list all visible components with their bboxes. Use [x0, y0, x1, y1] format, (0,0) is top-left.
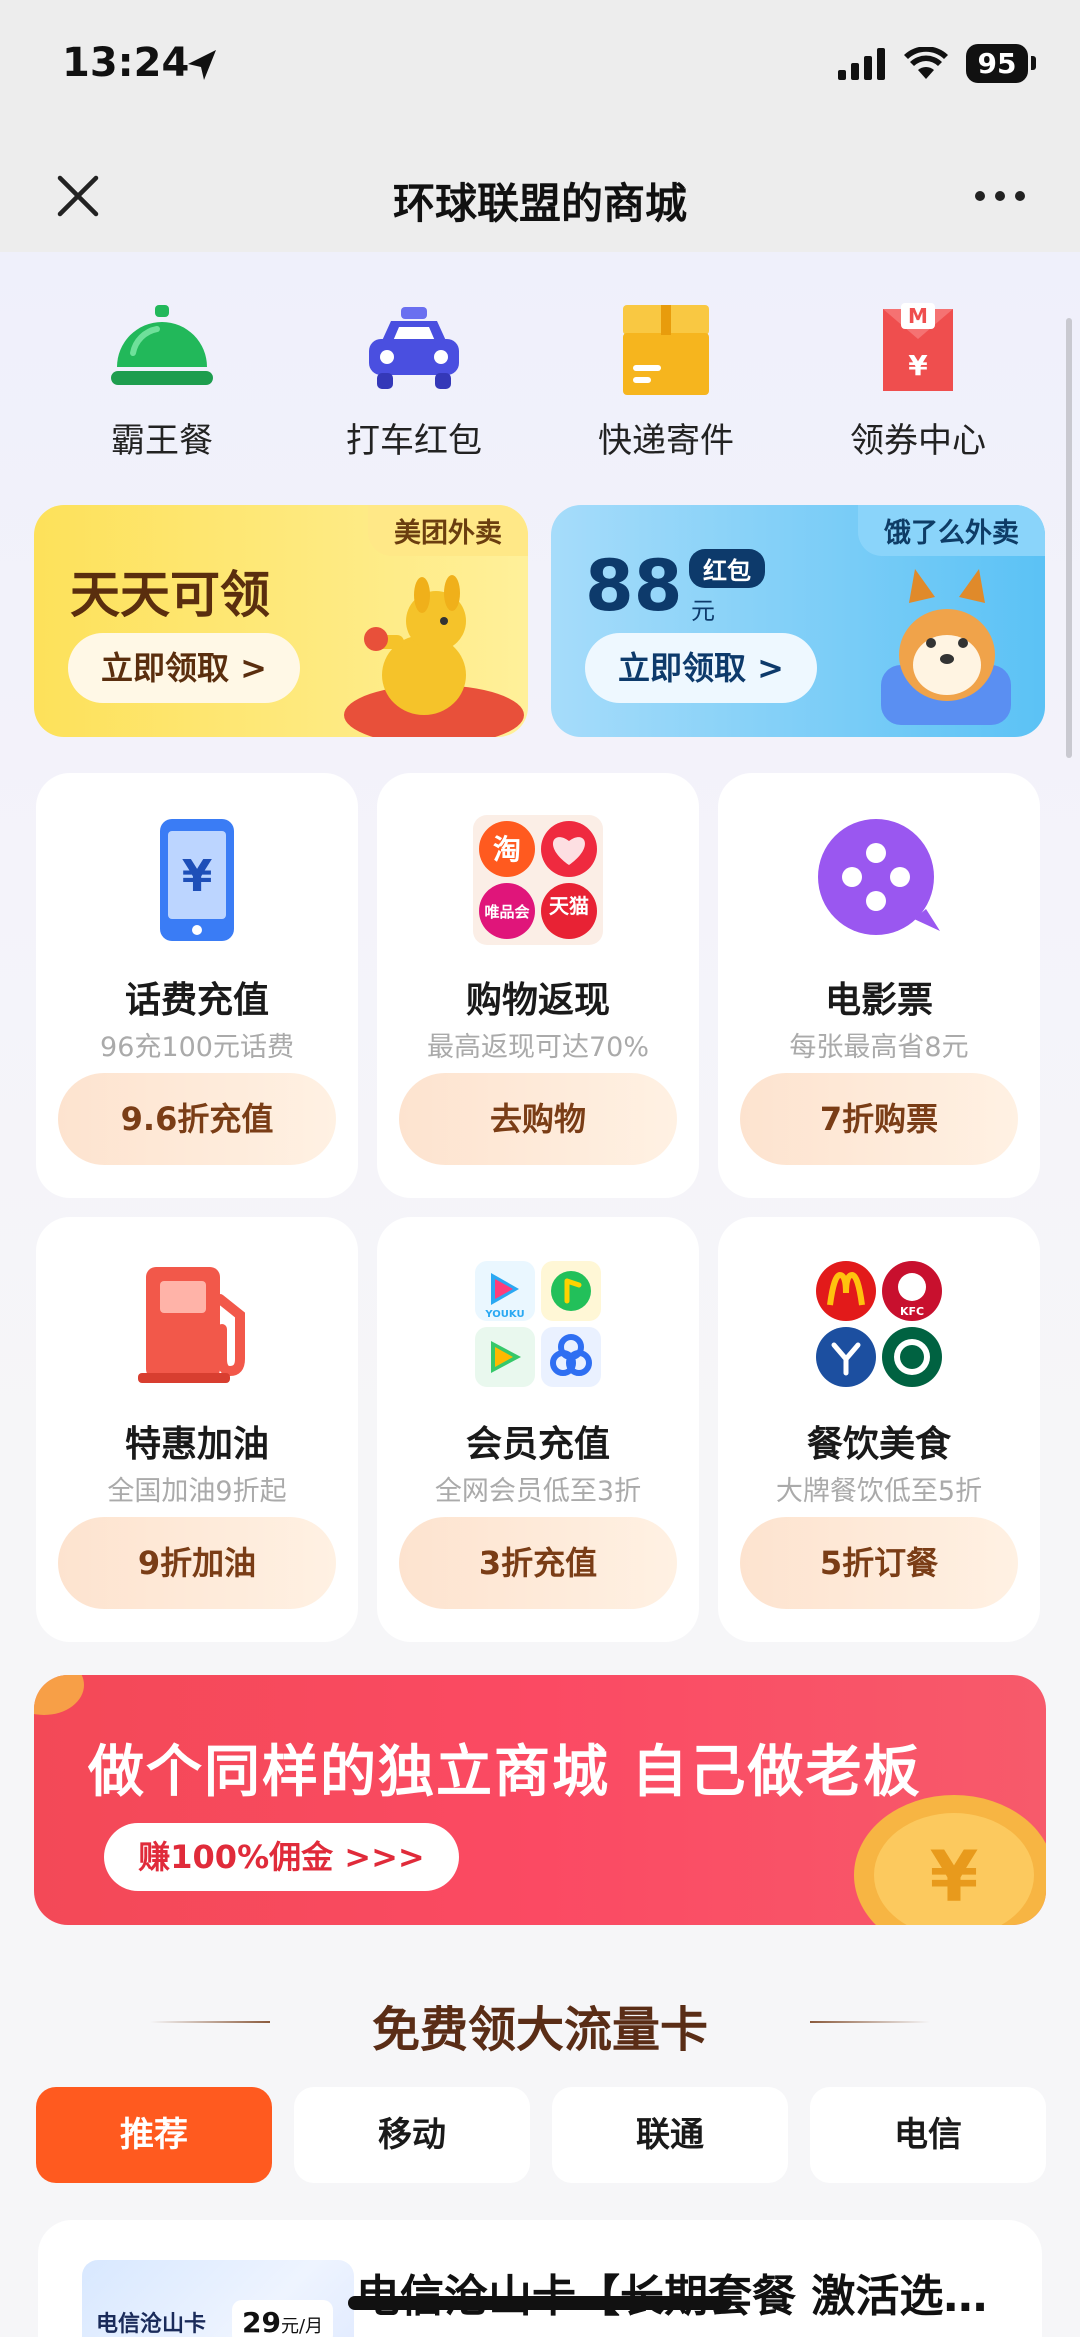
product-title: 电信沧山卡【长期套餐 激活选… [356, 2271, 988, 2322]
card-action-button[interactable]: 去购物 [399, 1073, 677, 1165]
status-indicators: 95 [838, 44, 1036, 83]
promo-commission-button[interactable]: 赚100%佣金 >>> [104, 1823, 459, 1891]
card-subtitle: 大牌餐饮低至5折 [775, 1476, 983, 1507]
product-card[interactable]: 电信沧山卡 29元/月 电信沧山卡【长期套餐 激活选… [38, 2220, 1042, 2337]
card-subtitle: 96充100元话费 [100, 1032, 294, 1063]
eleme-banner[interactable]: 饿了么外卖 88 红包 元 立即领取 > [551, 505, 1045, 737]
package-icon [623, 305, 709, 395]
card-phone-recharge[interactable]: ¥ 话费充值 96充100元话费 9.6折充值 [36, 773, 358, 1198]
status-bar: 13:24 95 [0, 0, 1080, 140]
status-time: 13:24 [62, 40, 190, 86]
banner-tag: 美团外卖 [368, 505, 528, 556]
quick-link-label: 领券中心 [850, 421, 986, 461]
battery-level: 95 [966, 44, 1036, 83]
coupon-icon: M ¥ [883, 303, 953, 391]
card-action-button[interactable]: 3折充值 [399, 1517, 677, 1609]
card-title: 购物返现 [465, 980, 610, 1021]
nav-bar: 环球联盟的商城 [0, 140, 1080, 252]
app-logo-text: 天猫 [549, 894, 589, 918]
promo-title: 做个同样的独立商城 自己做老板 [88, 1740, 922, 1805]
svg-text:¥: ¥ [930, 1836, 979, 1918]
claim-button[interactable]: 立即领取 > [68, 633, 300, 703]
card-membership-recharge[interactable]: YOUKU 会员充值 全网会员低至3折 3折充值 [377, 1217, 699, 1642]
card-subtitle: 全国加油9折起 [107, 1476, 287, 1507]
banner-unit: 元 [691, 597, 715, 625]
quick-link-taxi[interactable]: 打车红包 [314, 295, 514, 462]
card-movie-tickets[interactable]: 电影票 每张最高省8元 7折购票 [718, 773, 1040, 1198]
quick-link-label: 霸王餐 [111, 421, 213, 461]
tab-telecom[interactable]: 电信 [810, 2087, 1046, 2183]
home-indicator [348, 2296, 732, 2310]
food-cloche-icon [111, 305, 213, 385]
card-shopping-cashback[interactable]: 淘 唯品会 天猫 购物返现 最高返现可达70% 去购物 [377, 773, 699, 1198]
card-dining[interactable]: KFC 餐饮美食 大牌餐饮低至5折 5折订餐 [718, 1217, 1040, 1642]
phone-yuan-icon: ¥ [160, 819, 234, 941]
product-thumb-price: 29元/月 [232, 2300, 334, 2337]
video-apps-icon: YOUKU [475, 1261, 601, 1387]
card-title: 会员充值 [465, 1424, 610, 1465]
shopping-apps-icon: 淘 唯品会 天猫 [473, 815, 603, 945]
banner-badge: 红包 [689, 549, 765, 588]
card-subtitle: 每张最高省8元 [789, 1032, 969, 1063]
card-action-button[interactable]: 9.6折充值 [58, 1073, 336, 1165]
quick-link-label: 打车红包 [346, 421, 482, 461]
section-divider [810, 2021, 930, 2023]
taxi-icon [369, 307, 459, 389]
svg-text:M: M [908, 304, 928, 328]
card-action-button[interactable]: 7折购票 [740, 1073, 1018, 1165]
app-logo-text: 唯品会 [484, 903, 529, 921]
app-logo-text: KFC [900, 1305, 924, 1318]
app-logo-text: YOUKU [484, 1309, 524, 1320]
card-subtitle: 全网会员低至3折 [434, 1476, 642, 1507]
shiba-mascot-icon [881, 569, 1011, 725]
page-title: 环球联盟的商城 [392, 179, 687, 228]
quick-link-express[interactable]: 快递寄件 [566, 295, 766, 462]
promo-banner[interactable]: ¥ 做个同样的独立商城 自己做老板 赚100%佣金 >>> [34, 1675, 1046, 1925]
quick-link-coupons[interactable]: M ¥ 领券中心 [818, 295, 1018, 462]
price-unit: 元/月 [280, 2316, 324, 2337]
quick-links: 霸王餐 打车红包 快递寄件 M ¥ 领券中心 [0, 295, 1080, 475]
card-title: 特惠加油 [124, 1424, 269, 1465]
card-action-button[interactable]: 5折订餐 [740, 1517, 1018, 1609]
banner-headline: 天天可领 [70, 566, 270, 624]
product-thumb-label: 电信沧山卡 [96, 2312, 207, 2337]
card-action-button[interactable]: 9折加油 [58, 1517, 336, 1609]
tab-recommended[interactable]: 推荐 [36, 2087, 272, 2183]
card-title: 餐饮美食 [806, 1424, 951, 1465]
section-title: 免费领大流量卡 [371, 2002, 708, 2058]
quick-link-label: 快递寄件 [598, 421, 734, 461]
app-logo-text: 淘 [493, 833, 521, 866]
svg-text:¥: ¥ [908, 349, 928, 382]
tab-unicom[interactable]: 联通 [552, 2087, 788, 2183]
card-title: 电影票 [824, 980, 933, 1021]
banner-amount: 88 [585, 545, 683, 627]
card-title: 话费充值 [124, 980, 269, 1021]
wifi-icon [904, 46, 948, 79]
meituan-banner[interactable]: 美团外卖 天天可领 立即领取 > [34, 505, 528, 737]
svg-text:¥: ¥ [182, 851, 213, 902]
tab-mobile[interactable]: 移动 [294, 2087, 530, 2183]
quick-link-free-meal[interactable]: 霸王餐 [62, 295, 262, 462]
claim-button[interactable]: 立即领取 > [585, 633, 817, 703]
kangaroo-mascot-icon [344, 575, 524, 737]
fuel-pump-icon [138, 1267, 245, 1383]
cellular-signal-icon [838, 47, 885, 80]
price-value: 29 [242, 2306, 281, 2337]
location-arrow-icon [188, 50, 216, 80]
coin-decoration-icon [34, 1675, 84, 1715]
more-options-icon[interactable] [972, 178, 1028, 214]
card-subtitle: 最高返现可达70% [426, 1032, 649, 1063]
film-reel-icon [818, 819, 940, 935]
card-fuel-discount[interactable]: 特惠加油 全国加油9折起 9折加油 [36, 1217, 358, 1642]
restaurant-logos-icon: KFC [816, 1261, 942, 1387]
product-thumbnail: 电信沧山卡 29元/月 [82, 2260, 354, 2337]
